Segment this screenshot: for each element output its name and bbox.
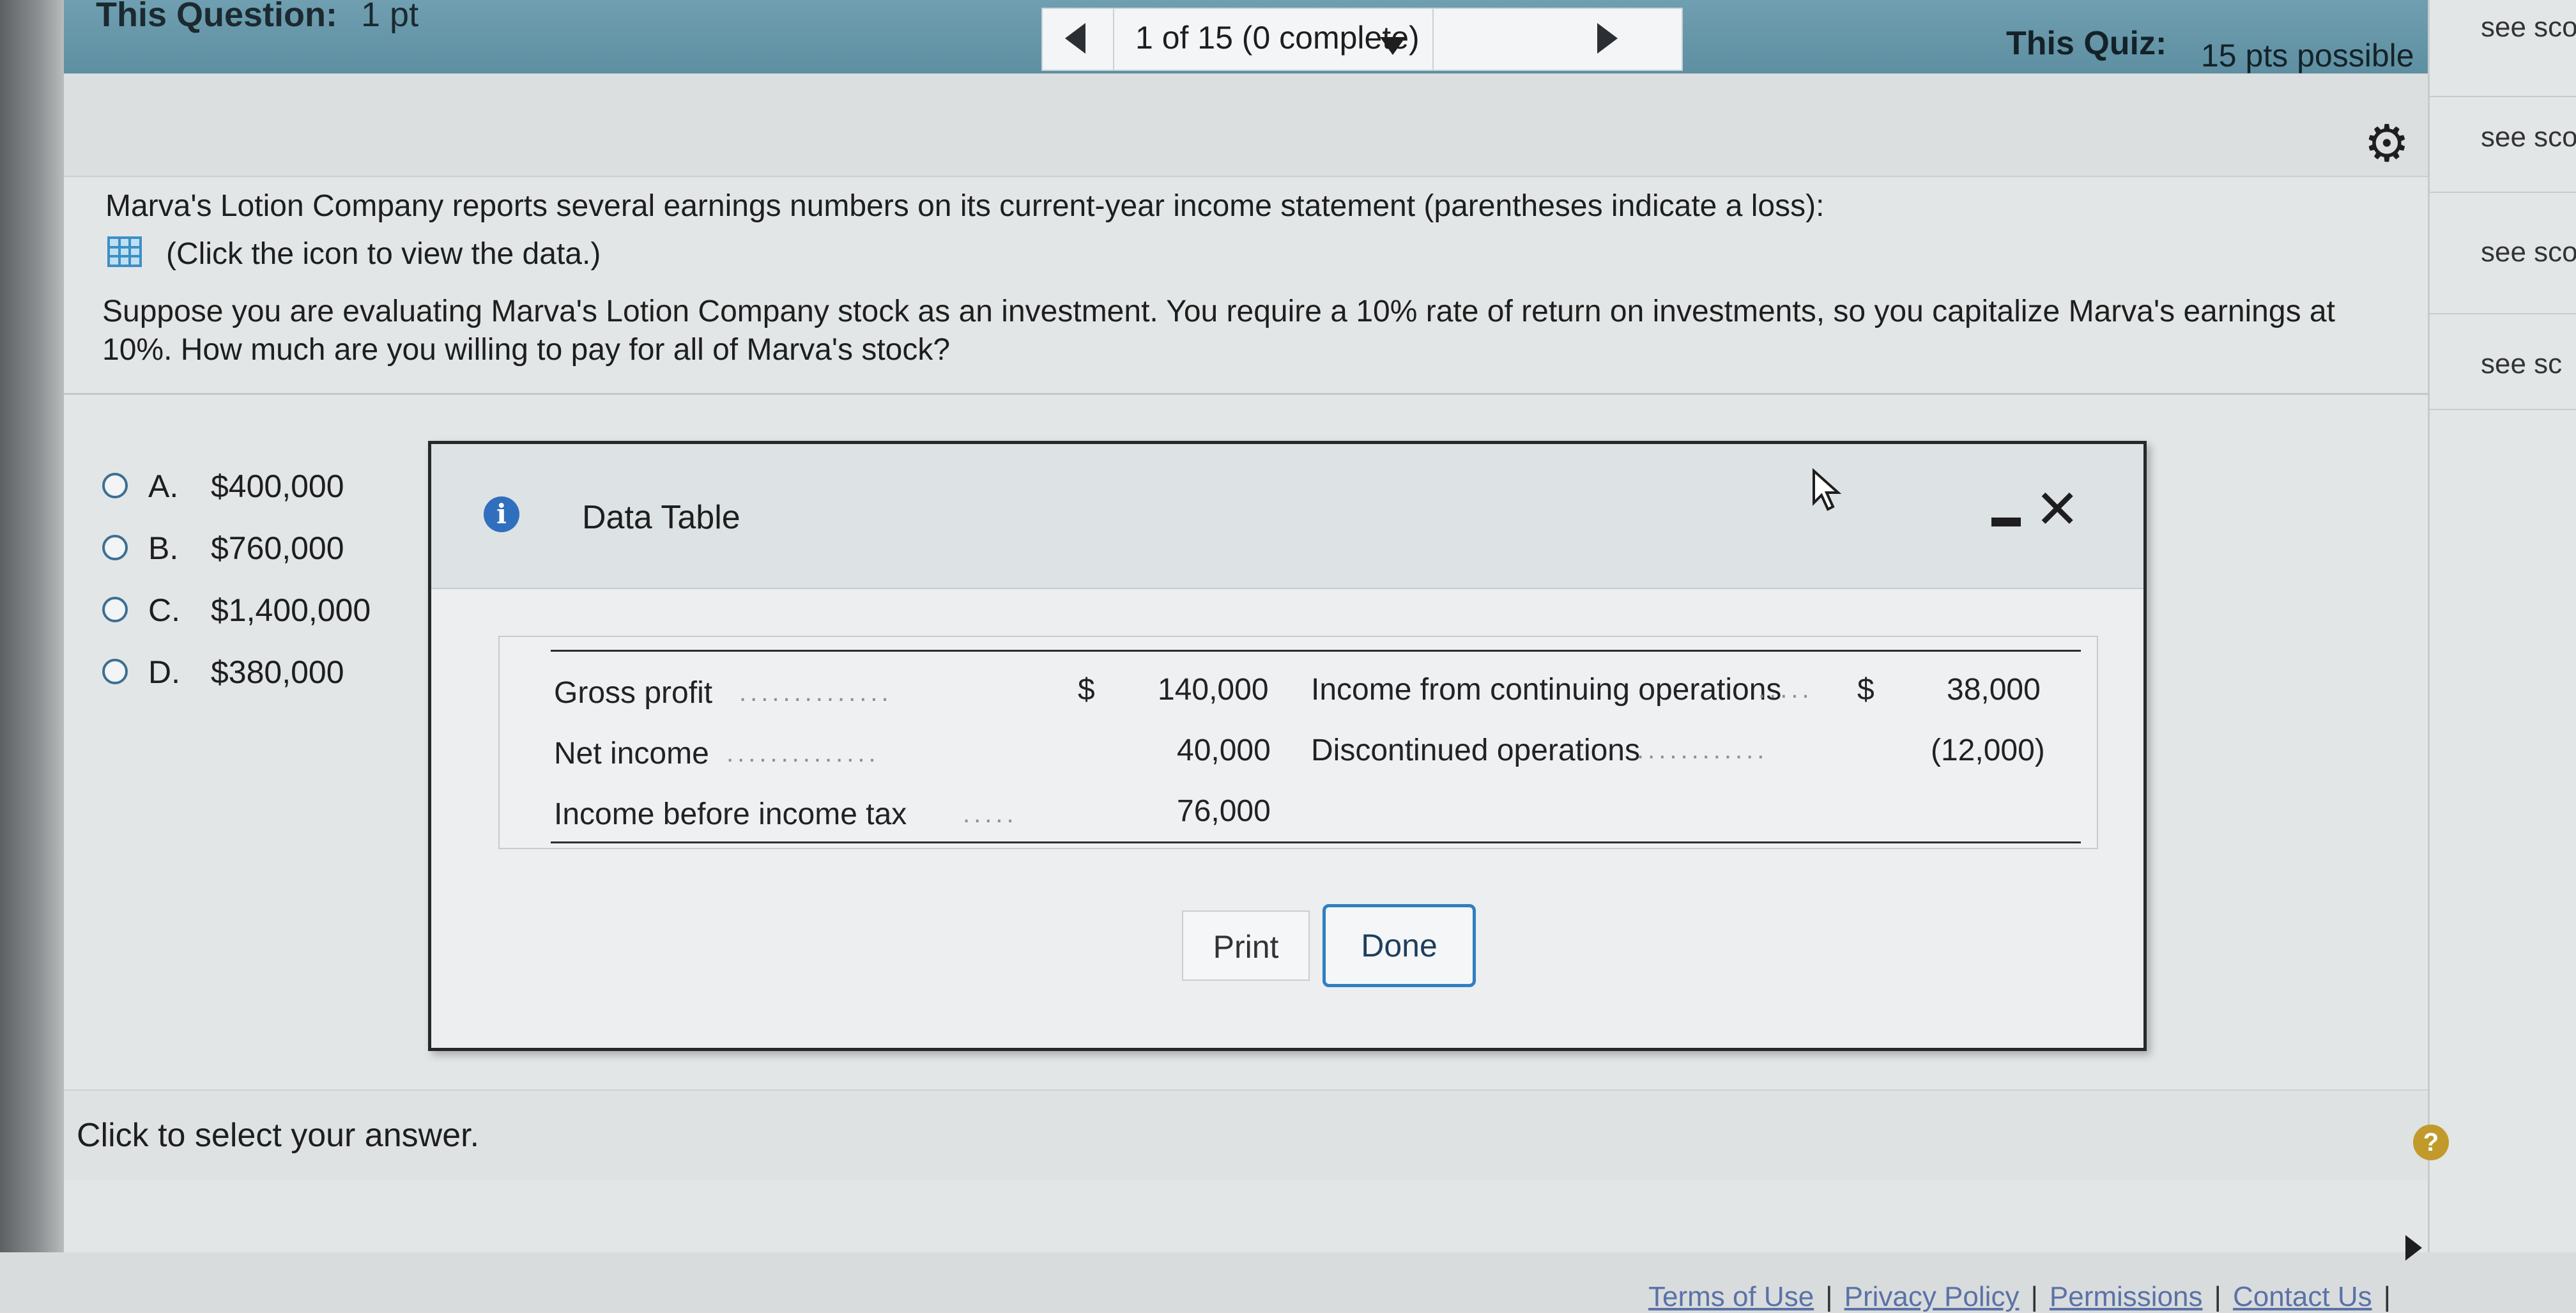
option-letter: B.	[148, 530, 179, 566]
leader-dots: .....	[1758, 675, 1813, 703]
answer-hint: Click to select your answer.	[77, 1117, 480, 1154]
leader-dots: ..............	[726, 739, 880, 767]
question-label: This Question:	[96, 0, 337, 34]
panel-divider	[2430, 96, 2576, 97]
question-intro: Marva's Lotion Company reports several e…	[105, 189, 1825, 223]
gear-icon[interactable]: ⚙	[2364, 118, 2410, 169]
row-currency: $	[1857, 673, 1874, 707]
row-value: 76,000	[1177, 794, 1271, 828]
row-value: 38,000	[1947, 673, 2041, 707]
option-letter: D.	[148, 654, 180, 690]
leader-dots: .....	[963, 800, 1018, 828]
radio-button[interactable]	[102, 473, 128, 498]
see-score-link[interactable]: see sco	[2481, 236, 2576, 268]
row-value: 140,000	[1158, 673, 1269, 707]
privacy-link[interactable]: Privacy Policy	[1844, 1281, 2020, 1312]
leader-dots: ..............	[739, 679, 893, 707]
nav-divider	[1113, 9, 1114, 70]
next-arrow-icon[interactable]	[2405, 1235, 2422, 1261]
see-score-link[interactable]: see sco	[2481, 121, 2576, 153]
question-points: 1 pt	[361, 0, 419, 34]
panel-divider	[2430, 409, 2576, 410]
see-score-link[interactable]: see sco	[2481, 12, 2576, 43]
row-label: Income from continuing operations	[1311, 673, 1782, 707]
table-rule	[551, 650, 2081, 652]
tools-strip: ⚙	[64, 73, 2428, 177]
row-value: 40,000	[1177, 733, 1271, 767]
radio-button[interactable]	[102, 659, 128, 684]
header-bar: This Question: 1 pt 1 of 15 (0 complete)…	[64, 0, 2428, 73]
nav-divider	[1432, 9, 1434, 70]
option-value: $400,000	[211, 468, 344, 504]
chevron-down-icon[interactable]	[1380, 37, 1406, 55]
see-score-link[interactable]: see sc	[2481, 348, 2562, 380]
panel-divider	[2430, 192, 2576, 193]
quiz-label: This Quiz:	[2006, 25, 2167, 62]
question-prompt-line1: Suppose you are evaluating Marva's Lotio…	[102, 295, 2335, 328]
option-value: $760,000	[211, 530, 344, 566]
dialog-header: i Data Table ✕	[431, 444, 2143, 589]
question-progress[interactable]: 1 of 15 (0 complete)	[1135, 19, 1420, 56]
contact-link[interactable]: Contact Us	[2233, 1281, 2372, 1312]
left-edge-strip	[0, 0, 64, 1252]
option-letter: C.	[148, 592, 180, 628]
info-icon: i	[484, 496, 519, 532]
row-label: Discontinued operations	[1311, 733, 1640, 767]
print-button[interactable]: Print	[1182, 910, 1310, 981]
dialog-title: Data Table	[582, 499, 740, 536]
previous-question-icon[interactable]	[1065, 23, 1085, 54]
permissions-link[interactable]: Permissions	[2050, 1281, 2203, 1312]
quiz-points: 15 pts possible	[2201, 38, 2414, 73]
panel-divider	[2430, 313, 2576, 314]
grid-data-icon[interactable]	[107, 236, 142, 267]
option-value: $380,000	[211, 654, 344, 690]
row-label: Net income	[554, 737, 709, 771]
leader-dots: ............	[1637, 736, 1768, 764]
question-navigator: 1 of 15 (0 complete)	[1041, 8, 1683, 71]
option-letter: A.	[148, 468, 179, 504]
next-question-icon[interactable]	[1597, 23, 1618, 54]
minimize-button[interactable]	[1990, 505, 2022, 537]
option-value: $1,400,000	[211, 592, 371, 628]
bottom-bar: Click to select your answer.	[64, 1089, 2428, 1180]
row-value: (12,000)	[1931, 733, 2045, 767]
right-score-panel: see sco see sco see sco see sc	[2428, 0, 2576, 1252]
question-prompt-line2: 10%. How much are you willing to pay for…	[102, 333, 951, 367]
income-data-table: Gross profit .............. $ 140,000 Ne…	[498, 636, 2098, 849]
row-label: Gross profit	[554, 676, 713, 710]
radio-button[interactable]	[102, 597, 128, 622]
row-label: Income before income tax	[554, 797, 907, 831]
radio-button[interactable]	[102, 535, 128, 560]
close-icon[interactable]: ✕	[2035, 482, 2080, 536]
data-table-dialog: i Data Table ✕ Gross profit ............…	[428, 441, 2147, 1051]
done-button[interactable]: Done	[1322, 904, 1476, 987]
help-icon[interactable]: ?	[2413, 1125, 2449, 1160]
table-rule	[551, 841, 2081, 843]
divider	[64, 393, 2428, 395]
footer-links: Terms of Use | Privacy Policy | Permissions |…	[1648, 1281, 2391, 1312]
cursor-icon	[1813, 468, 1842, 511]
row-currency: $	[1078, 673, 1095, 707]
terms-link[interactable]: Terms of Use	[1648, 1281, 1814, 1312]
view-data-link[interactable]: (Click the icon to view the data.)	[166, 236, 601, 272]
